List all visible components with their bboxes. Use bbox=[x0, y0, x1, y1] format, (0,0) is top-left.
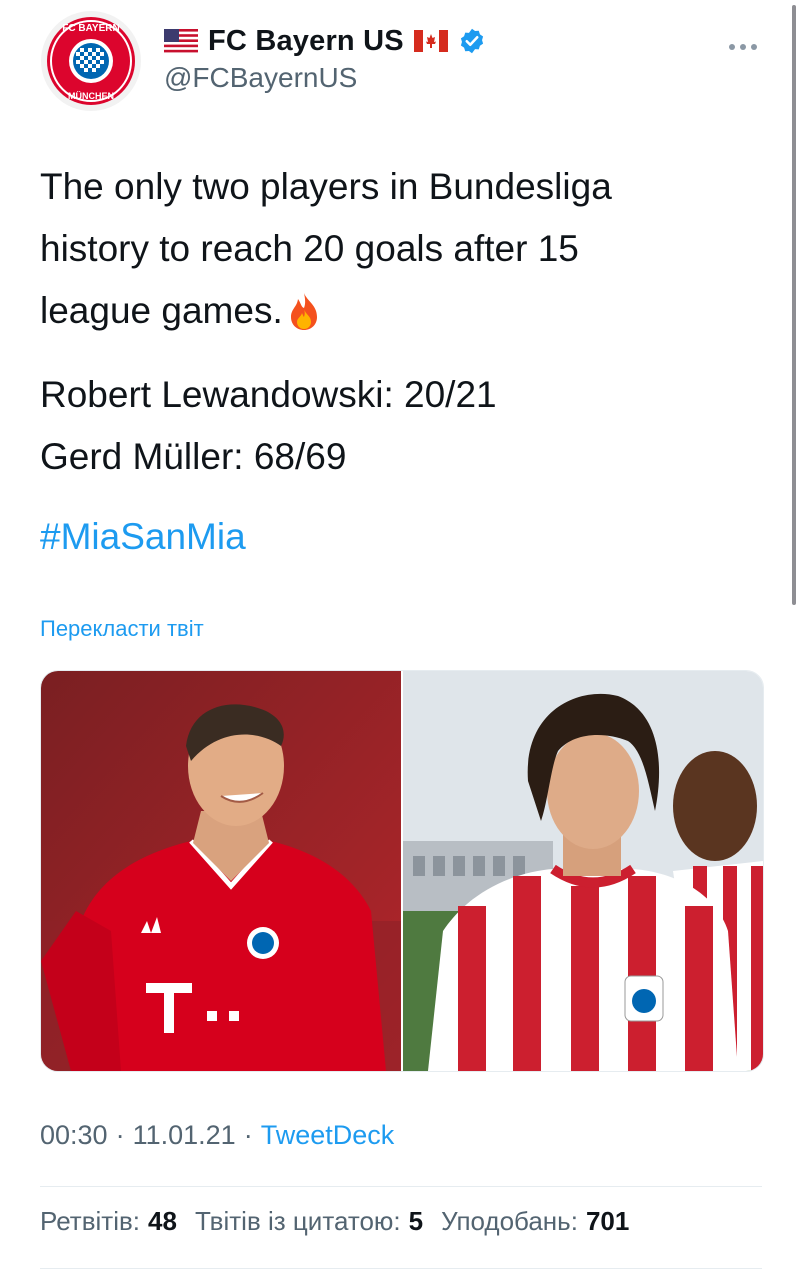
verified-badge-icon bbox=[460, 28, 483, 54]
tweet-stats: Ретвітів: 48 Твітів із цитатою: 5 Уподоб… bbox=[40, 1206, 647, 1237]
tweet-source-link[interactable]: TweetDeck bbox=[261, 1120, 395, 1151]
fire-emoji-icon bbox=[290, 293, 317, 330]
retweets-count: 48 bbox=[148, 1206, 177, 1236]
us-flag-icon bbox=[164, 29, 198, 53]
canada-flag-icon bbox=[413, 30, 448, 52]
more-icon[interactable] bbox=[728, 28, 758, 59]
author-display-name[interactable]: FC Bayern US bbox=[208, 25, 404, 58]
photo-muller[interactable] bbox=[403, 671, 763, 1071]
translate-tweet-link[interactable]: Перекласти твіт bbox=[40, 616, 204, 642]
author-handle[interactable]: @FCBayernUS bbox=[164, 62, 357, 94]
likes-count: 701 bbox=[585, 1206, 630, 1236]
quotes-count: 5 bbox=[408, 1206, 424, 1236]
retweets-stat[interactable]: Ретвітів: 48 bbox=[40, 1206, 177, 1237]
tweet-stat-line: Robert Lewandowski: 20/21 bbox=[40, 374, 497, 415]
hashtag-link[interactable]: #MiaSanMia bbox=[40, 506, 246, 568]
meta-separator: · bbox=[115, 1120, 125, 1150]
fc-bayern-crest-icon: FC BAYERN MÜNCHEN bbox=[41, 11, 141, 111]
crest-text-bottom: MÜNCHEN bbox=[68, 91, 114, 101]
meta-separator: · bbox=[243, 1120, 253, 1150]
tweet-text-line-with-emoji: league games. bbox=[40, 280, 321, 342]
quotes-label: Твітів із цитатою: bbox=[194, 1206, 401, 1236]
crest-text-top: FC BAYERN bbox=[62, 23, 119, 34]
quotes-stat[interactable]: Твітів із цитатою: 5 bbox=[195, 1206, 423, 1237]
tweet-media-grid bbox=[40, 670, 764, 1072]
tweet-meta: 00:30 · 11.01.21 · TweetDeck bbox=[40, 1120, 394, 1151]
tweet-time[interactable]: 00:30 bbox=[40, 1120, 108, 1151]
divider bbox=[40, 1268, 762, 1269]
photo-lewandowski[interactable] bbox=[41, 671, 401, 1071]
likes-stat[interactable]: Уподобань: 701 bbox=[441, 1206, 629, 1237]
tweet-date[interactable]: 11.01.21 bbox=[133, 1120, 236, 1151]
author-avatar[interactable]: FC BAYERN MÜNCHEN bbox=[40, 10, 142, 112]
tweet-text-line: history to reach 20 goals after 15 bbox=[40, 228, 579, 269]
retweets-label: Ретвітів: bbox=[40, 1206, 141, 1236]
tweet-text-line: league games. bbox=[40, 290, 283, 331]
divider bbox=[40, 1186, 762, 1187]
scrollbar[interactable] bbox=[792, 5, 796, 605]
tweet-stat-line: Gerd Müller: 68/69 bbox=[40, 436, 347, 477]
author-name-row[interactable]: FC Bayern US bbox=[164, 20, 486, 62]
likes-label: Уподобань: bbox=[441, 1206, 578, 1236]
tweet-text-line: The only two players in Bundesliga bbox=[40, 166, 612, 207]
